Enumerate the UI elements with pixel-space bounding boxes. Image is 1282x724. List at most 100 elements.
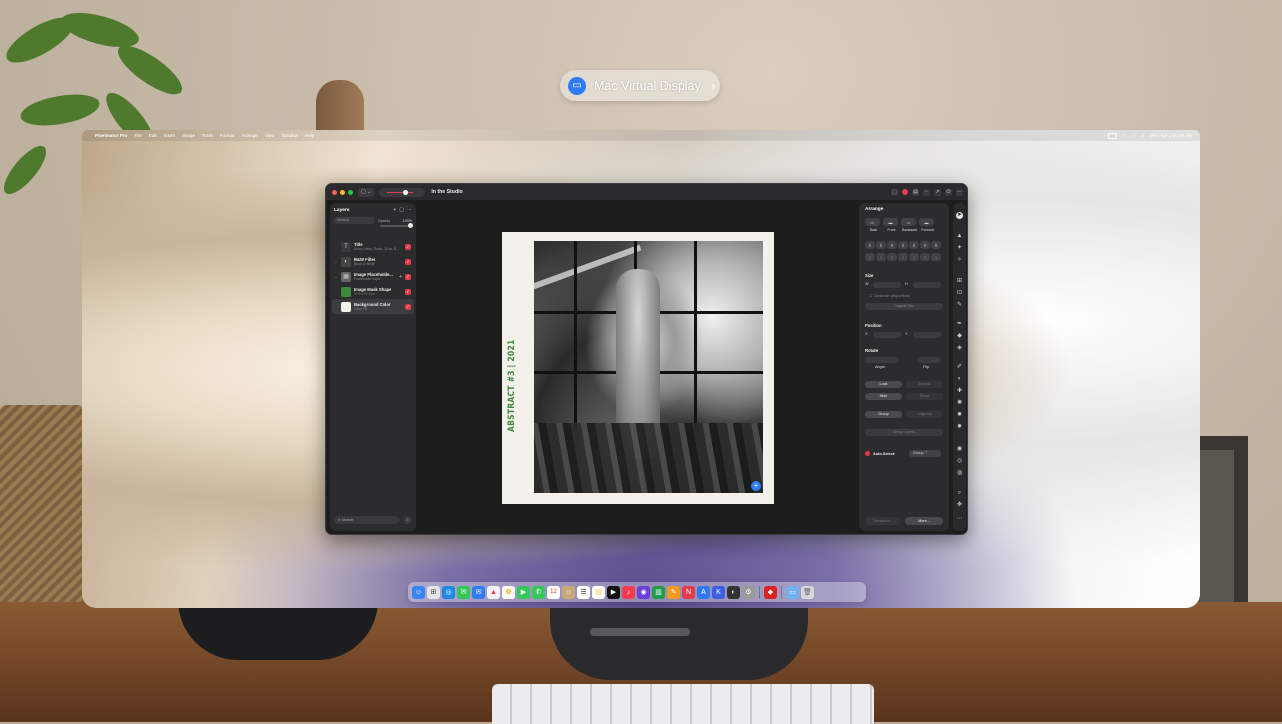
opacity-slider[interactable] (380, 223, 413, 228)
numbers-icon[interactable]: ▥ (652, 585, 665, 599)
color-tool-icon[interactable]: ◉ (956, 446, 963, 453)
auto-select-checkbox[interactable] (865, 451, 870, 456)
bring-to-front-button[interactable]: ▬ (883, 218, 898, 226)
tools-more-icon[interactable]: ⋯ (956, 516, 963, 523)
style-tool-icon[interactable]: ▲ (956, 233, 963, 240)
calendar-icon[interactable]: 12 (547, 585, 560, 599)
merge-layers-button[interactable]: Merge Layers (865, 429, 943, 436)
sidebar-toggle-button[interactable]: ▢ ⌄ (358, 187, 375, 197)
power-icon[interactable]: ⏻ (945, 188, 952, 196)
zoom-window-button[interactable] (348, 189, 353, 195)
effects-tool-icon[interactable]: ✦ (956, 245, 963, 252)
disclosure-icon[interactable]: › (334, 260, 338, 264)
auto-select-dropdown[interactable]: Group ⌃ (909, 450, 941, 457)
layer-visibility-checkbox[interactable]: ✓ (405, 258, 411, 265)
y-position-field[interactable] (913, 332, 941, 338)
poster-artwork[interactable]: ABSTRACT #3 | 2021 + (502, 232, 774, 504)
add-image-button[interactable]: + (751, 481, 761, 491)
layer-group-icon[interactable]: ▢ (399, 207, 404, 213)
menu-insert[interactable]: Insert (164, 133, 176, 138)
more-button[interactable]: More... (905, 517, 943, 525)
group-button[interactable]: Group (865, 411, 902, 418)
align-edge-icon[interactable]: ⫶ (909, 253, 919, 261)
news-icon[interactable]: N (682, 585, 695, 599)
menu-clock[interactable]: Wed Apr 1 10:00 AM (1150, 133, 1192, 138)
clone-tool-icon[interactable]: ✺ (956, 400, 963, 407)
search-icon[interactable]: ⌕ (1133, 133, 1136, 138)
close-window-button[interactable] (332, 189, 337, 195)
layer-item-bw-filter[interactable]: › ◐ B&W Filter Black & White ✓ (332, 254, 414, 269)
slice-tool-icon[interactable]: ⊡ (956, 290, 963, 297)
transform-button[interactable]: Transform... (865, 517, 901, 525)
layer-item-image-placeholder[interactable]: ⌄ ▦ Image Placeholde... Placeholder Laye… (332, 269, 414, 284)
disclosure-icon[interactable]: ⌄ (334, 275, 338, 279)
add-image-icon[interactable]: + (399, 274, 402, 280)
blend-mode-select[interactable]: Normal (334, 217, 375, 224)
constrain-proportions-checkbox[interactable]: ☐ Constrain proportions (869, 293, 910, 298)
layer-item-title[interactable]: T Title Arrow, Hess, Rodin, 16 ce. B... … (332, 239, 414, 254)
app-store-icon[interactable]: A (697, 585, 710, 599)
downloads-folder-icon[interactable]: ▭ (786, 585, 799, 599)
align-edge-icon[interactable]: ⫶ (865, 253, 875, 261)
finder-icon[interactable]: ☺ (412, 585, 425, 599)
trash-icon[interactable]: 🗑 (801, 585, 814, 599)
launchpad-icon[interactable]: ⊞ (427, 585, 440, 599)
sharpen-tool-icon[interactable]: ✹ (956, 412, 963, 419)
menu-image[interactable]: Image (182, 133, 195, 138)
wifi-icon[interactable]: ◠ (1123, 133, 1127, 139)
height-field[interactable] (913, 282, 941, 288)
more-icon[interactable]: ⋯ (956, 188, 963, 196)
keynote-icon[interactable]: K (712, 585, 725, 599)
retouch-tool-icon[interactable]: ◐ (956, 376, 963, 383)
pages-icon[interactable]: ✎ (667, 585, 680, 599)
podcasts-icon[interactable]: ◉ (637, 585, 650, 599)
fill-tool-icon[interactable]: ◈ (956, 345, 963, 352)
show-button[interactable]: Show (906, 393, 943, 400)
layers-more-icon[interactable]: ⋯ (407, 207, 412, 213)
angle-field[interactable] (865, 357, 899, 363)
layers-search-input[interactable]: ⌕ Search (334, 516, 400, 524)
hide-button[interactable]: Hide (865, 393, 902, 400)
flip-buttons[interactable] (917, 357, 941, 363)
filter-icon[interactable]: ≡ (403, 516, 412, 524)
align-edge-icon[interactable]: ⫶ (898, 253, 908, 261)
menu-tools[interactable]: Tools (202, 133, 213, 138)
send-to-back-button[interactable]: ▭ (865, 218, 880, 226)
contacts-icon[interactable]: ☺ (562, 585, 575, 599)
distribute-icon[interactable]: ⫴ (931, 241, 941, 249)
photos-icon[interactable]: ✿ (502, 585, 515, 599)
menu-edit[interactable]: Edit (149, 133, 157, 138)
unlock-button[interactable]: Unlock (906, 381, 943, 388)
crop-tool-icon[interactable]: ⊞ (956, 278, 963, 285)
zoom-slider-knob[interactable] (403, 189, 409, 195)
hand-tool-icon[interactable]: ✥ (956, 502, 963, 509)
align-edge-icon[interactable]: ⫶ (931, 253, 941, 261)
align-bottom-icon[interactable]: ⫴ (920, 241, 930, 249)
battery-icon[interactable] (1107, 132, 1117, 139)
align-left-icon[interactable]: ⫴ (865, 241, 875, 249)
mac-virtual-display-pill[interactable]: ▭ Mac Virtual Display › (560, 70, 720, 101)
notes-icon[interactable]: ▤ (592, 585, 605, 599)
repair-tool-icon[interactable]: ✚ (956, 388, 963, 395)
phone-icon[interactable]: ✆ (532, 585, 545, 599)
canvas-area[interactable]: ABSTRACT #3 | 2021 + ➤ (420, 201, 914, 534)
bring-forward-button[interactable]: ▬ (919, 218, 934, 226)
send-backward-button[interactable]: ▭ (901, 218, 916, 226)
type-tool-icon[interactable]: ✎ (956, 302, 963, 309)
layer-visibility-checkbox[interactable]: ✓ (405, 303, 411, 310)
menu-format[interactable]: Format (220, 133, 235, 138)
align-edge-icon[interactable]: ⫶ (920, 253, 930, 261)
mail-icon[interactable]: ✉ (472, 585, 485, 599)
poster-caption[interactable]: ABSTRACT #3 | 2021 (507, 340, 517, 433)
system-settings-icon[interactable]: ⚙ (742, 585, 755, 599)
menu-help[interactable]: Help (305, 133, 314, 138)
tools-icon[interactable]: ▤ (912, 188, 919, 196)
ungroup-button[interactable]: Ungroup (906, 411, 943, 418)
apple-tv-icon[interactable]: ▶ (607, 585, 620, 599)
original-size-button[interactable]: Original Size (865, 303, 943, 310)
zoom-tool-icon[interactable]: ⌕ (956, 490, 963, 497)
arrange-tool-icon[interactable]: ➤ (956, 212, 963, 219)
studio-photo[interactable] (534, 241, 763, 493)
layer-visibility-checkbox[interactable]: ✓ (405, 273, 411, 280)
layer-visibility-checkbox[interactable]: ✓ (405, 288, 411, 295)
